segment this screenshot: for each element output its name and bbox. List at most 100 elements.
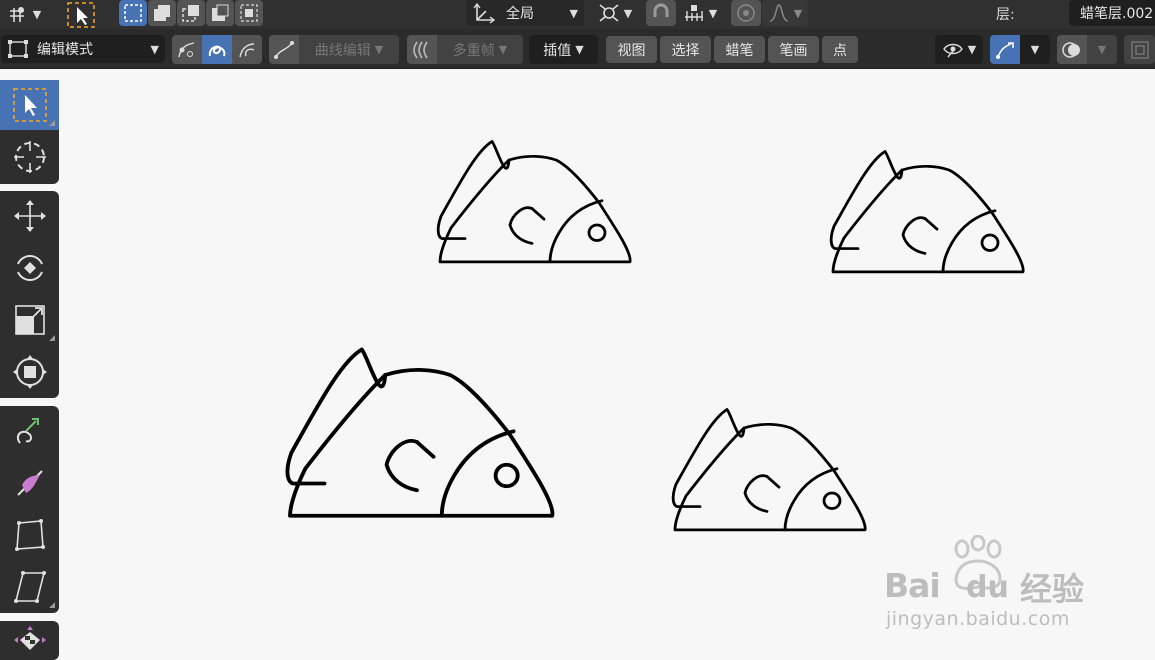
- select-stroke-button[interactable]: [202, 35, 232, 64]
- cursor-crosshair-icon: [12, 139, 48, 175]
- gizmo-dropdown[interactable]: ▼: [1020, 35, 1050, 64]
- select-mode-intersect-button[interactable]: [235, 0, 263, 26]
- menu-select[interactable]: 选择: [660, 36, 711, 63]
- multiframe-group: 多重帧 ▼: [407, 35, 523, 64]
- menu-stroke[interactable]: 笔画: [768, 36, 819, 63]
- chevron-down-icon: ▼: [32, 8, 42, 21]
- overlays-toggle[interactable]: [1057, 35, 1087, 64]
- interpolate-dropdown[interactable]: 插值 ▼: [529, 35, 598, 64]
- orientation-axes-icon: [472, 2, 496, 24]
- falloff-dropdown[interactable]: ▼: [762, 0, 808, 26]
- visibility-dropdown[interactable]: ▼: [935, 35, 983, 64]
- tool-extrude[interactable]: [0, 406, 59, 456]
- mode-dropdown[interactable]: 编辑模式 ▼: [1, 35, 165, 63]
- magnet-icon: [651, 3, 671, 23]
- tool-scale[interactable]: [0, 295, 59, 345]
- tool-group-stroke: [0, 406, 59, 613]
- curve-edit-toggle[interactable]: [269, 35, 299, 64]
- layer-label: 层:: [996, 7, 1015, 23]
- orientation-label: 全局: [506, 6, 534, 22]
- radius-icon: [12, 465, 48, 501]
- curve-edit-icon: [273, 40, 295, 60]
- tool-group-transform: [0, 191, 59, 398]
- checker-sphere-icon: [12, 624, 48, 658]
- points-icon: [176, 40, 198, 60]
- fish-drawing-2: [829, 150, 1025, 274]
- chevron-down-icon: ▼: [623, 6, 633, 20]
- menu-point[interactable]: 点: [822, 36, 858, 63]
- select-intersect-icon: [239, 3, 259, 23]
- select-mode-subtract-button[interactable]: [177, 0, 205, 26]
- chevron-down-icon: ▼: [967, 43, 977, 56]
- shear-icon: [12, 569, 48, 605]
- cursor-select-icon: [66, 1, 96, 29]
- pivot-point-dropdown[interactable]: ▼: [592, 0, 638, 26]
- transform-icon: [12, 354, 48, 390]
- multiframe-toggle[interactable]: [407, 35, 437, 64]
- select-mode-new-button[interactable]: [119, 0, 147, 26]
- falloff-curve-icon: [768, 3, 790, 23]
- curve-edit-label: 曲线编辑: [314, 42, 371, 59]
- snap-increment-icon: [683, 3, 705, 23]
- top-header-bar: ▼ 全局 ▼ ▼ ▼ ▼ 层: 蜡笔层.002: [0, 0, 1155, 29]
- edit-mode-icon: [7, 39, 29, 59]
- bend-icon: [12, 517, 48, 553]
- tool-bend[interactable]: [0, 510, 59, 560]
- select-tool-button[interactable]: [64, 0, 98, 29]
- select-mode-invert-button[interactable]: [206, 0, 234, 26]
- chevron-down-icon: ▼: [708, 6, 718, 20]
- tool-select-box[interactable]: [0, 80, 59, 130]
- eye-pointer-icon: [942, 41, 964, 59]
- xray-toggle[interactable]: [1124, 35, 1155, 64]
- tool-radius[interactable]: [0, 458, 59, 508]
- chevron-down-icon: ▼: [498, 43, 508, 56]
- menu-view[interactable]: 视图: [606, 36, 657, 63]
- grease-pencil-editor-icon: [7, 6, 29, 24]
- curve-edit-group: 曲线编辑 ▼: [269, 35, 399, 64]
- select-mode-extend-button[interactable]: [148, 0, 176, 26]
- select-subtract-icon: [181, 3, 201, 23]
- rotate-icon: [12, 250, 48, 286]
- snap-target-dropdown[interactable]: ▼: [677, 0, 723, 26]
- multiframe-dropdown[interactable]: 多重帧 ▼: [437, 35, 523, 64]
- proportional-editing-button[interactable]: [731, 0, 761, 26]
- overlay-circles-icon: [1061, 40, 1083, 60]
- tool-group-select: [0, 80, 59, 184]
- chevron-down-icon: ▼: [150, 42, 159, 56]
- snap-toggle-button[interactable]: [646, 0, 676, 26]
- chevron-down-icon: ▼: [374, 43, 384, 56]
- pivot-point-icon: [598, 3, 620, 23]
- fish-drawing-4: [671, 408, 867, 532]
- gizmo-icon: [994, 40, 1016, 60]
- select-invert-icon: [210, 3, 230, 23]
- tool-cursor[interactable]: [0, 132, 59, 182]
- transform-orientation-dropdown[interactable]: 全局 ▼: [466, 0, 584, 26]
- chevron-down-icon: ▼: [1097, 43, 1107, 56]
- watermark-brand-left: Bai: [884, 566, 941, 605]
- tool-shear[interactable]: [0, 562, 59, 612]
- proportional-edit-icon: [736, 3, 756, 23]
- scale-icon: [12, 302, 48, 338]
- select-extend-icon: [152, 3, 172, 23]
- tool-to-sphere[interactable]: [0, 621, 59, 660]
- overlays-dropdown[interactable]: ▼: [1087, 35, 1117, 64]
- select-box-icon: [12, 87, 48, 123]
- stroke-icon: [206, 40, 228, 60]
- chevron-down-icon: ▼: [569, 6, 578, 20]
- layer-field[interactable]: 蜡笔层.002: [1069, 0, 1155, 26]
- segment-icon: [236, 40, 258, 60]
- tool-transform[interactable]: [0, 347, 59, 397]
- editor-type-selector[interactable]: ▼: [2, 2, 46, 27]
- mode-label: 编辑模式: [37, 42, 93, 58]
- watermark-brand-suffix: 经验: [1020, 570, 1085, 608]
- curve-edit-dropdown[interactable]: 曲线编辑 ▼: [299, 35, 399, 64]
- tool-rotate[interactable]: [0, 243, 59, 293]
- tool-move[interactable]: [0, 191, 59, 241]
- multiframe-icon: [411, 40, 433, 60]
- watermark-url: jingyan.baidu.com: [886, 608, 1070, 630]
- gizmo-toggle[interactable]: [990, 35, 1020, 64]
- select-segment-button[interactable]: [232, 35, 262, 64]
- select-points-button[interactable]: [172, 35, 202, 64]
- chevron-down-icon: ▼: [575, 43, 584, 56]
- menu-grease-pencil[interactable]: 蜡笔: [714, 36, 765, 63]
